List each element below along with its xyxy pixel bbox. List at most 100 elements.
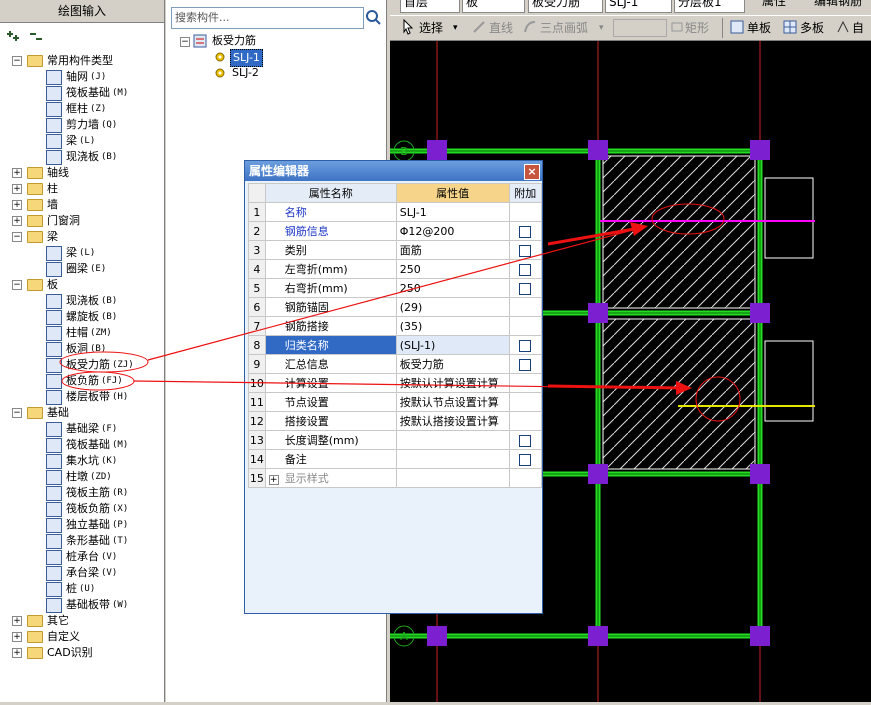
auto-layout-button[interactable]: 自	[852, 18, 864, 38]
add-checkbox[interactable]	[519, 282, 532, 295]
expand-icon[interactable]: +	[12, 632, 22, 642]
expand-icon[interactable]: +	[12, 648, 22, 658]
property-value[interactable]: 面筋	[395, 240, 510, 260]
property-row[interactable]: 7 钢筋搭接 (35)	[248, 316, 543, 336]
tree-item[interactable]: 轴网 (J)	[0, 69, 164, 85]
tree-item[interactable]: 板洞 (B)	[0, 341, 164, 357]
tree-item[interactable]: 筏板负筋 (X)	[0, 501, 164, 517]
slab-region[interactable]	[602, 318, 756, 470]
property-value[interactable]: Φ12@200	[395, 221, 510, 241]
expand-all-icon[interactable]	[6, 29, 22, 43]
tree-item[interactable]: 筏板基础 (M)	[0, 437, 164, 453]
property-value[interactable]: (35)	[395, 316, 510, 336]
add-checkbox[interactable]	[519, 358, 532, 371]
property-row[interactable]: 3 类别 面筋	[248, 240, 543, 260]
tree-folder[interactable]: − 常用构件类型	[0, 53, 164, 69]
tree-folder[interactable]: + 其它	[0, 613, 164, 629]
collapse-icon[interactable]: −	[12, 280, 22, 290]
property-row[interactable]: 2 钢筋信息 Φ12@200	[248, 221, 543, 241]
add-checkbox[interactable]	[519, 244, 532, 257]
expand-icon[interactable]: +	[12, 168, 22, 178]
collapse-icon[interactable]: −	[12, 408, 22, 418]
property-value[interactable]: 按默认搭接设置计算	[395, 411, 510, 431]
property-value[interactable]: 按默认节点设置计算	[395, 392, 510, 412]
tree-item[interactable]: 桩承台 (V)	[0, 549, 164, 565]
property-value[interactable]	[395, 468, 510, 488]
rectangle-button[interactable]: 矩形	[685, 18, 709, 38]
tree-item[interactable]: 筏板主筋 (R)	[0, 485, 164, 501]
tree-item[interactable]: 框柱 (Z)	[0, 101, 164, 117]
add-checkbox[interactable]	[519, 453, 532, 466]
dropdown-arrow-icon[interactable]: ▾	[599, 18, 604, 38]
tree-item[interactable]: 柱墩 (ZD)	[0, 469, 164, 485]
arc-option-select[interactable]	[613, 19, 667, 37]
property-row[interactable]: 11 节点设置 按默认节点设置计算	[248, 392, 543, 412]
type-select[interactable]: 板	[462, 0, 525, 13]
tree-item[interactable]: 梁 (L)	[0, 133, 164, 149]
edit-rebar-button[interactable]: 编辑钢筋	[814, 0, 862, 11]
category-select[interactable]: 板受力筋	[528, 0, 603, 13]
list-item-slj2[interactable]: SLJ-2	[232, 65, 259, 81]
search-button[interactable]	[363, 7, 383, 27]
tree-item[interactable]: 独立基础 (P)	[0, 517, 164, 533]
tree-folder[interactable]: + 柱	[0, 181, 164, 197]
property-value[interactable]	[395, 430, 510, 450]
add-checkbox[interactable]	[519, 339, 532, 352]
close-button[interactable]: ×	[524, 164, 540, 180]
property-value[interactable]: 板受力筋	[395, 354, 510, 374]
tree-folder[interactable]: − 梁	[0, 229, 164, 245]
slab-region[interactable]	[764, 177, 814, 259]
multi-slab-button[interactable]: 多板	[800, 18, 824, 38]
tree-item[interactable]: 梁 (L)	[0, 245, 164, 261]
tree-folder[interactable]: + 轴线	[0, 165, 164, 181]
add-checkbox[interactable]	[519, 263, 532, 276]
tree-item[interactable]: 剪力墙 (Q)	[0, 117, 164, 133]
tree-folder[interactable]: + 墙	[0, 197, 164, 213]
single-slab-button[interactable]: 单板	[747, 18, 771, 38]
property-value[interactable]: (29)	[395, 297, 510, 317]
tree-item[interactable]: 筏板基础 (M)	[0, 85, 164, 101]
tree-item[interactable]: 现浇板 (B)	[0, 293, 164, 309]
slab-region[interactable]	[764, 340, 814, 422]
tree-item[interactable]: 板受力筋 (ZJ)	[0, 357, 164, 373]
expand-icon[interactable]: +	[268, 475, 279, 485]
property-row[interactable]: 12 搭接设置 按默认搭接设置计算	[248, 411, 543, 431]
floor-select[interactable]: 首层	[400, 0, 460, 13]
tree-item[interactable]: 现浇板 (B)	[0, 149, 164, 165]
property-value[interactable]	[395, 449, 510, 469]
collapse-icon[interactable]: −	[12, 56, 22, 66]
expand-icon[interactable]: +	[12, 184, 22, 194]
property-row[interactable]: 1 名称 SLJ-1	[248, 202, 543, 222]
tree-item[interactable]: 承台梁 (V)	[0, 565, 164, 581]
line-button[interactable]: 直线	[489, 18, 513, 38]
property-value[interactable]: 按默认计算设置计算	[395, 373, 510, 393]
property-value[interactable]: 250	[395, 278, 510, 298]
tree-folder[interactable]: − 基础	[0, 405, 164, 421]
tree-folder[interactable]: − 板	[0, 277, 164, 293]
property-row[interactable]: 6 钢筋锚固 (29)	[248, 297, 543, 317]
select-button[interactable]: 选择	[419, 18, 443, 38]
tree-folder[interactable]: + 门窗洞	[0, 213, 164, 229]
tree-folder[interactable]: + 自定义	[0, 629, 164, 645]
expand-icon[interactable]: +	[12, 200, 22, 210]
expand-icon[interactable]: +	[12, 216, 22, 226]
collapse-icon[interactable]: −	[180, 37, 190, 47]
component-select[interactable]: SLJ-1	[605, 0, 672, 13]
expand-icon[interactable]: +	[12, 616, 22, 626]
property-row[interactable]: 15 + 显示样式	[248, 468, 543, 488]
collapse-all-icon[interactable]	[28, 29, 44, 43]
tree-item[interactable]: 楼层板带 (H)	[0, 389, 164, 405]
property-row[interactable]: 13 长度调整(mm)	[248, 430, 543, 450]
slab-region[interactable]	[602, 155, 756, 309]
tree-folder[interactable]: + CAD识别	[0, 645, 164, 661]
arc-button[interactable]: 三点画弧	[540, 18, 588, 38]
tree-item[interactable]: 圈梁 (E)	[0, 261, 164, 277]
tree-item[interactable]: 柱帽 (ZM)	[0, 325, 164, 341]
property-value[interactable]: SLJ-1	[395, 202, 510, 222]
tree-item[interactable]: 条形基础 (T)	[0, 533, 164, 549]
property-row[interactable]: 9 汇总信息 板受力筋	[248, 354, 543, 374]
add-checkbox[interactable]	[519, 225, 532, 238]
tree-item[interactable]: 板负筋 (FJ)	[0, 373, 164, 389]
property-row[interactable]: 4 左弯折(mm) 250	[248, 259, 543, 279]
property-row[interactable]: 8 归类名称 (SLJ-1)	[248, 335, 543, 355]
